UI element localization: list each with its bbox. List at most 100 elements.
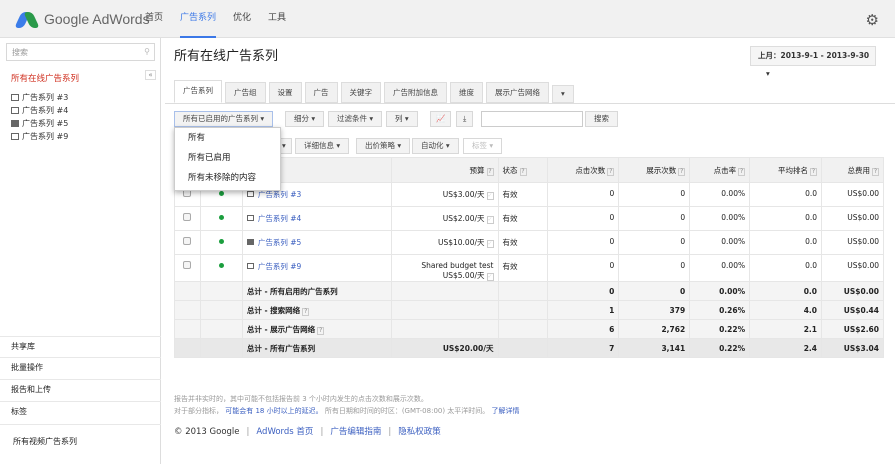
nav-campaigns[interactable]: 广告系列 (180, 0, 217, 38)
nav-home[interactable]: 首页 (145, 0, 163, 38)
budget-value[interactable]: US$2.00/天 (443, 214, 485, 223)
help-icon[interactable]: ? (607, 167, 615, 176)
sidebar-campaign[interactable]: 广告系列 #5 (11, 117, 68, 130)
columns-button[interactable]: 列 ▾ (386, 111, 418, 127)
campaign-link[interactable]: 广告系列 #4 (258, 214, 301, 223)
menu-item-all-enabled[interactable]: 所有已启用 (175, 149, 280, 168)
campaign-link[interactable]: 广告系列 #5 (258, 238, 301, 247)
totals-budget (390, 281, 499, 301)
tab-ad-groups[interactable]: 广告组 (225, 82, 266, 103)
sidebar: 搜索 ⚲ « 所有在线广告系列 广告系列 #3 广告系列 #4 广告系列 #5 广… (0, 38, 161, 464)
header-status[interactable]: 状态? (497, 157, 549, 183)
budget-edit-icon[interactable]: ✓ (486, 216, 494, 224)
segment-button[interactable]: 细分 ▾ (285, 111, 325, 127)
help-icon[interactable]: ? (738, 167, 746, 176)
budget-value[interactable]: US$10.00/天 (438, 238, 485, 247)
budget-value[interactable]: US$5.00/天 (443, 271, 485, 280)
status-value[interactable]: 有效 (497, 230, 549, 255)
header-budget[interactable]: 预算? (390, 157, 499, 183)
totals-budget: US$20.00/天 (390, 338, 499, 358)
help-icon[interactable]: ? (519, 167, 527, 176)
help-icon[interactable]: ? (810, 167, 817, 176)
menu-item-all[interactable]: 所有 (175, 129, 280, 148)
sidebar-item-all-campaigns[interactable]: 所有在线广告系列 (11, 72, 79, 84)
totals-label: 总计 - 所有启用的广告系列 (246, 286, 338, 296)
automate-button[interactable]: 自动化 ▾ (412, 138, 459, 154)
enabled-status-dot[interactable] (218, 263, 224, 268)
more-tabs-button[interactable]: ▾ (552, 85, 574, 103)
help-icon[interactable]: ? (317, 326, 325, 335)
nav-optimize[interactable]: 优化 (233, 0, 251, 38)
help-icon[interactable]: ? (486, 167, 494, 176)
status-value[interactable]: 有效 (497, 182, 549, 207)
chart-icon[interactable]: 📈 (430, 111, 452, 127)
budget-value[interactable]: US$3.00/天 (443, 190, 485, 199)
learn-more-link[interactable]: 了解详情 (492, 407, 520, 415)
collapse-sidebar-button[interactable]: « (145, 70, 156, 80)
privacy-policy-link[interactable]: 隐私权政策 (398, 427, 441, 437)
enabled-status-dot[interactable] (218, 239, 224, 244)
bid-strategy-button[interactable]: 出价策略 ▾ (356, 138, 411, 154)
date-range-picker[interactable]: 上月：2013-9-1 - 2013-9-30 ▾ (750, 46, 876, 78)
sidebar-campaign[interactable]: 广告系列 #4 (11, 104, 68, 117)
tab-dimensions[interactable]: 维度 (450, 82, 483, 103)
totals-ctr: 0.00% (689, 281, 751, 301)
adwords-home-link[interactable]: AdWords 首页 (256, 427, 313, 437)
tab-campaigns[interactable]: 广告系列 (174, 80, 222, 103)
tab-settings[interactable]: 设置 (268, 82, 302, 103)
table-search-input[interactable] (481, 111, 583, 127)
campaign-label: 广告系列 #9 (22, 132, 69, 141)
sidebar-video-campaigns[interactable]: 所有视频广告系列 (0, 424, 161, 453)
budget-edit-icon[interactable]: ✓ (486, 240, 494, 248)
campaign-link[interactable]: 广告系列 #3 (258, 190, 301, 199)
filter-button[interactable]: 过滤条件 ▾ (328, 111, 383, 127)
header-impressions[interactable]: 展示次数? (618, 157, 691, 183)
header-clicks[interactable]: 点击次数? (547, 157, 620, 183)
header-cost[interactable]: 总费用? (821, 157, 884, 183)
details-button[interactable]: 详细信息 ▾ (295, 138, 350, 154)
header-ctr[interactable]: 点击率? (689, 157, 751, 183)
tab-ads[interactable]: 广告 (304, 82, 338, 103)
delay-link[interactable]: 可能会有 18 小时以上的延迟。 (225, 407, 322, 415)
status-value[interactable]: 有效 (497, 206, 549, 231)
adwords-logo[interactable]: Google AdWords (14, 10, 150, 28)
download-icon[interactable]: ⤓ (456, 111, 474, 127)
row-checkbox[interactable] (183, 261, 192, 269)
table-row: 广告系列 #9 Shared budget test US$5.00/天 ✓ 有效 … (174, 254, 884, 282)
help-icon[interactable]: ? (872, 167, 879, 176)
labels-button[interactable]: 标签 ▾ (463, 138, 503, 154)
budget-edit-icon[interactable]: ✓ (486, 192, 494, 200)
totals-cost: US$0.00 (821, 281, 884, 301)
sidebar-shared-library[interactable]: 共享库 (0, 336, 161, 355)
sidebar-bulk-operations[interactable]: 批量操作 (0, 357, 161, 376)
sidebar-search-input[interactable]: 搜索 ⚲ (6, 43, 155, 61)
enabled-status-dot[interactable] (218, 191, 224, 196)
row-checkbox[interactable] (183, 213, 192, 221)
tab-ad-extensions[interactable]: 广告附加信息 (384, 82, 447, 103)
row-checkbox[interactable] (183, 237, 192, 245)
budget-edit-icon[interactable]: ✓ (486, 273, 494, 281)
editorial-guidelines-link[interactable]: 广告编辑指南 (330, 427, 381, 437)
enabled-status-dot[interactable] (218, 215, 224, 220)
sidebar-campaign[interactable]: 广告系列 #3 (11, 91, 68, 104)
help-icon[interactable]: ? (678, 167, 686, 176)
avg-pos-value: 0.0 (749, 254, 822, 282)
bid-strategy-label: 出价策略 (365, 141, 395, 150)
menu-item-all-but-removed[interactable]: 所有未移除的内容 (175, 169, 280, 188)
campaign-filter-dropdown[interactable]: 所有已启用的广告系列 ▾ (174, 111, 274, 127)
campaign-link[interactable]: 广告系列 #9 (258, 262, 301, 271)
search-button[interactable]: 搜索 (585, 111, 618, 127)
tab-display-network[interactable]: 展示广告网络 (486, 82, 549, 103)
header-avg-pos[interactable]: 平均排名? (749, 157, 822, 183)
help-icon[interactable]: ? (302, 307, 310, 316)
sidebar-campaign[interactable]: 广告系列 #9 (11, 130, 68, 143)
table-row: 广告系列 #5 US$10.00/天 ✓ 有效 0 0 0.00% 0.0 US$… (174, 230, 884, 255)
totals-row: 总计 - 搜索网络? 1 379 0.26% 4.0 US$0.44 (174, 300, 884, 320)
tab-keywords[interactable]: 关键字 (340, 82, 381, 103)
status-value[interactable]: 有效 (497, 254, 549, 282)
gear-icon[interactable]: ⚙ (866, 11, 879, 29)
nav-tools[interactable]: 工具 (268, 0, 286, 38)
sidebar-labels[interactable]: 标签 (0, 401, 161, 420)
automate-label: 自动化 (421, 141, 444, 150)
sidebar-reports-uploads[interactable]: 报告和上传 (0, 379, 161, 398)
